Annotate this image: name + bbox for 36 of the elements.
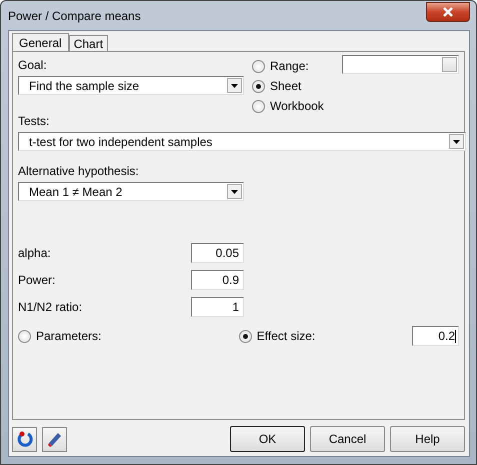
radio-button[interactable] bbox=[18, 330, 31, 342]
field-label: Alternative hypothesis: bbox=[18, 164, 140, 178]
radio-label: Workbook bbox=[270, 99, 325, 113]
field-label: Tests: bbox=[18, 114, 50, 128]
dialog-button[interactable]: Help bbox=[390, 426, 465, 452]
dialog-button[interactable]: Cancel bbox=[310, 426, 385, 452]
number-field[interactable]: 0.9 bbox=[191, 270, 244, 290]
dialog-button[interactable]: OK bbox=[230, 426, 305, 452]
radio-label: Parameters: bbox=[36, 329, 102, 343]
radio-label: Sheet bbox=[270, 79, 302, 93]
effect-size-field[interactable]: 0.2 bbox=[412, 326, 459, 346]
number-field[interactable]: 1 bbox=[191, 297, 244, 317]
window-title: Power / Compare means bbox=[8, 8, 142, 22]
number-field[interactable]: 0.05 bbox=[191, 243, 244, 263]
eraser-icon bbox=[46, 430, 64, 448]
field-label: Goal: bbox=[18, 58, 48, 72]
tests-dropdown[interactable]: t-test for two independent samples bbox=[18, 132, 466, 151]
radio-label: Effect size: bbox=[256, 329, 316, 343]
field-label: Power: bbox=[18, 273, 56, 287]
radio-button[interactable] bbox=[238, 330, 252, 342]
radio-button[interactable] bbox=[252, 80, 265, 92]
field-label: N1/N2 ratio: bbox=[18, 300, 84, 314]
tab[interactable]: Chart bbox=[68, 35, 108, 51]
circular-arrow-icon bbox=[16, 430, 34, 448]
radio-button[interactable] bbox=[252, 60, 265, 72]
radio-button[interactable] bbox=[252, 100, 265, 112]
field-label: alpha: bbox=[18, 246, 52, 260]
close-icon bbox=[442, 6, 454, 16]
close-button[interactable] bbox=[426, 2, 470, 22]
clear-button[interactable] bbox=[42, 426, 67, 452]
range-field[interactable] bbox=[342, 54, 459, 74]
tab[interactable]: General bbox=[12, 33, 69, 51]
reset-button[interactable] bbox=[12, 426, 37, 452]
hypothesis-dropdown[interactable]: Mean 1 ≠ Mean 2 bbox=[18, 182, 244, 201]
radio-label: Range: bbox=[270, 59, 310, 73]
goal-dropdown[interactable]: Find the sample size bbox=[18, 76, 244, 95]
